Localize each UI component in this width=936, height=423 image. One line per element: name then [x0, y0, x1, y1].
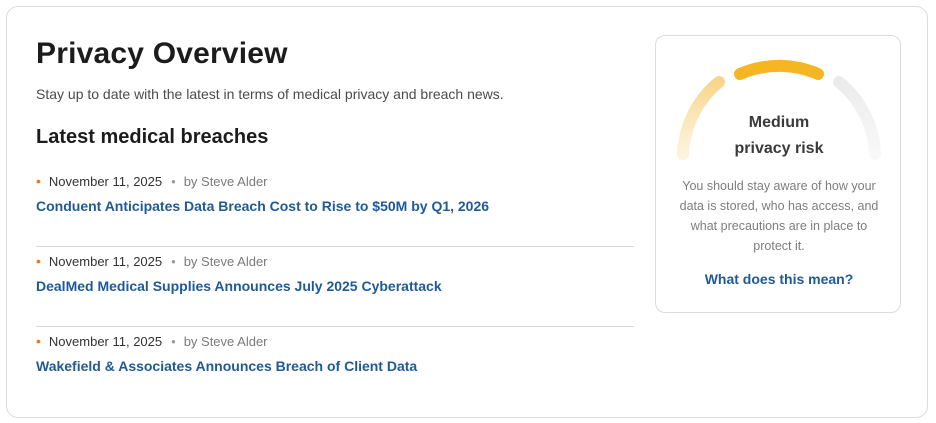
separator-dot-icon: •	[171, 173, 176, 189]
separator-dot-icon: •	[171, 333, 176, 349]
bullet-dot-icon: •	[36, 173, 41, 189]
article-author: by Steve Alder	[183, 173, 268, 189]
article-meta: • November 11, 2025 • by Steve Alder	[36, 331, 634, 351]
list-item: • November 11, 2025 • by Steve Alder Dea…	[36, 247, 634, 327]
article-headline-link[interactable]: Wakefield & Associates Announces Breach …	[36, 358, 634, 374]
list-item: • November 11, 2025 • by Steve Alder Con…	[36, 167, 634, 247]
bullet-dot-icon: •	[36, 253, 41, 269]
gauge-segment-medium	[734, 59, 824, 80]
article-date: November 11, 2025	[48, 333, 163, 349]
page-subtitle: Stay up to date with the latest in terms…	[36, 86, 504, 102]
article-headline-link[interactable]: DealMed Medical Supplies Announces July …	[36, 278, 634, 294]
bullet-dot-icon: •	[36, 333, 41, 349]
what-does-this-mean-link[interactable]: What does this mean?	[656, 271, 902, 287]
article-author: by Steve Alder	[183, 333, 268, 349]
section-title: Latest medical breaches	[36, 126, 269, 148]
privacy-risk-card: Medium privacy risk You should stay awar…	[655, 35, 901, 313]
article-headline-link[interactable]: Conduent Anticipates Data Breach Cost to…	[36, 198, 634, 214]
article-author: by Steve Alder	[183, 253, 268, 269]
risk-level-label: Medium privacy risk	[734, 114, 824, 157]
privacy-overview-card: Privacy Overview Stay up to date with th…	[6, 6, 928, 418]
article-list: • November 11, 2025 • by Steve Alder Con…	[36, 167, 634, 407]
separator-dot-icon: •	[171, 253, 176, 269]
list-item: • November 11, 2025 • by Steve Alder Wak…	[36, 327, 634, 407]
article-date: November 11, 2025	[48, 253, 163, 269]
article-meta: • November 11, 2025 • by Steve Alder	[36, 171, 634, 191]
page-title: Privacy Overview	[36, 37, 288, 70]
risk-description: You should stay aware of how your data i…	[679, 179, 879, 253]
article-meta: • November 11, 2025 • by Steve Alder	[36, 251, 634, 271]
article-date: November 11, 2025	[48, 173, 163, 189]
